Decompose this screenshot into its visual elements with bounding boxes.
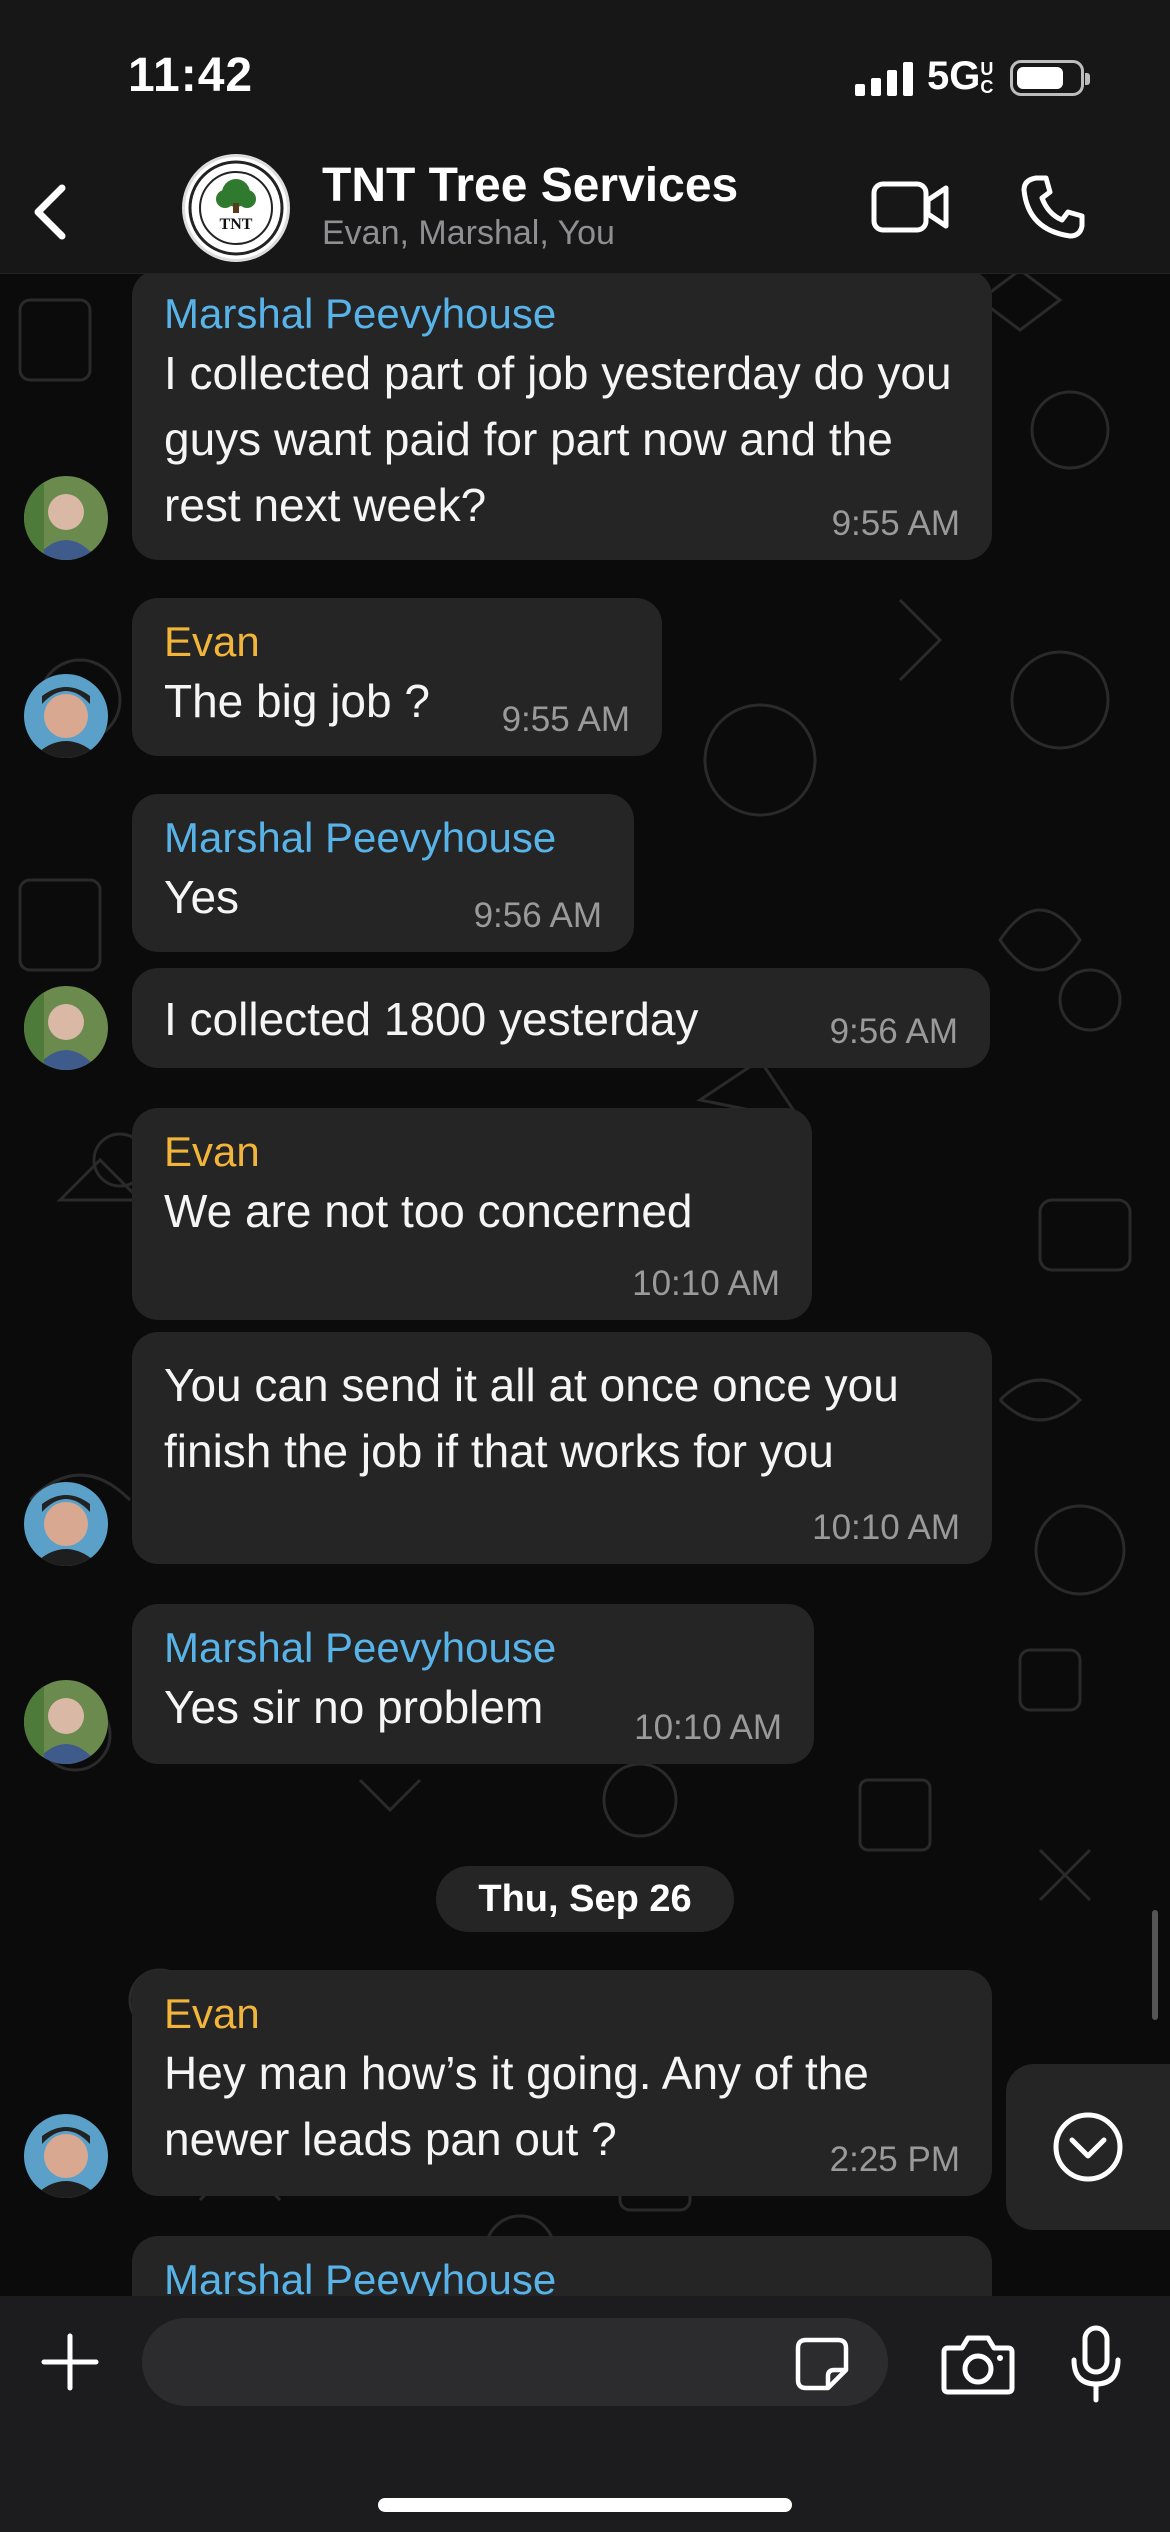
avatar-marshal[interactable]: [24, 986, 108, 1070]
message-text: You can send it all at once once you fin…: [164, 1359, 899, 1477]
message-time: 10:10 AM: [634, 1708, 782, 1747]
message-time: 9:55 AM: [501, 700, 630, 739]
chat-title[interactable]: TNT Tree Services: [322, 158, 738, 213]
message-input[interactable]: [142, 2318, 888, 2406]
attach-button[interactable]: [40, 2332, 100, 2392]
group-avatar[interactable]: TNT: [182, 154, 290, 262]
message-bubble[interactable]: I collected 1800 yesterday 9:56 AM: [132, 968, 990, 1068]
status-bar: 11:42 5GUC: [0, 0, 1170, 150]
message-time: 2:25 PM: [829, 2140, 960, 2179]
network-type: 5GUC: [927, 54, 998, 99]
avatar-marshal[interactable]: [24, 476, 108, 560]
camera-button[interactable]: [940, 2332, 1016, 2396]
back-button[interactable]: [22, 172, 82, 252]
message-bubble[interactable]: You can send it all at once once you fin…: [132, 1332, 992, 1564]
sender-name: Evan: [164, 618, 260, 665]
status-time: 11:42: [128, 49, 254, 102]
voice-call-button[interactable]: [1018, 172, 1088, 242]
home-indicator[interactable]: [378, 2498, 792, 2512]
message-time: 10:10 AM: [812, 1508, 960, 1547]
signal-strength-icon: [855, 62, 913, 96]
avatar-evan[interactable]: [24, 2114, 108, 2198]
message-text: We are not too concerned: [164, 1185, 693, 1237]
network-label: 5G: [927, 54, 981, 98]
message-bubble[interactable]: Marshal Peevyhouse Yes sir no problem 10…: [132, 1604, 814, 1764]
scroll-to-bottom-button[interactable]: [1006, 2064, 1170, 2230]
chevron-left-icon: [34, 184, 66, 240]
plus-icon: [41, 2333, 99, 2391]
message-bubble[interactable]: Evan Hey man how’s it going. Any of the …: [132, 1970, 992, 2196]
message-time: 9:56 AM: [829, 1012, 958, 1051]
message-bubble[interactable]: Marshal Peevyhouse I collected part of j…: [132, 270, 992, 560]
date-divider: Thu, Sep 26: [436, 1866, 734, 1932]
chevron-down-circle-icon: [1053, 2112, 1123, 2182]
message-bubble[interactable]: Evan The big job ? 9:55 AM: [132, 598, 662, 756]
message-bubble[interactable]: Evan We are not too concerned 10:10 AM: [132, 1108, 812, 1320]
message-time: 9:55 AM: [831, 504, 960, 543]
sticker-button[interactable]: [794, 2336, 850, 2392]
message-composer: [0, 2296, 1170, 2532]
chat-participants[interactable]: Evan, Marshal, You: [322, 214, 615, 253]
voice-message-button[interactable]: [1068, 2324, 1124, 2404]
network-sub-label: UC: [980, 59, 994, 98]
message-time: 9:56 AM: [473, 896, 602, 935]
avatar-marshal[interactable]: [24, 1680, 108, 1764]
camera-icon: [941, 2335, 1015, 2395]
message-time: 10:10 AM: [632, 1264, 780, 1303]
logo-text: TNT: [220, 216, 253, 233]
phone-icon: [1021, 175, 1085, 239]
avatar-evan[interactable]: [24, 1482, 108, 1566]
chat-header: TNT TNT Tree Services Evan, Marshal, You: [0, 150, 1170, 274]
sender-name: Marshal Peevyhouse: [164, 814, 557, 861]
sender-name: Marshal Peevyhouse: [164, 290, 557, 337]
microphone-icon: [1071, 2325, 1121, 2403]
sender-name: Evan: [164, 1128, 260, 1175]
battery-icon: [1010, 60, 1090, 96]
tnt-logo-icon: TNT: [188, 160, 284, 256]
video-camera-icon: [871, 181, 949, 233]
avatar-evan[interactable]: [24, 674, 108, 758]
video-call-button[interactable]: [870, 174, 952, 240]
sender-name: Marshal Peevyhouse: [164, 1624, 557, 1671]
sender-name: Evan: [164, 1990, 260, 2037]
sticker-icon: [795, 2337, 849, 2391]
message-list[interactable]: Marshal Peevyhouse I collected part of j…: [0, 0, 1170, 2356]
message-bubble[interactable]: Marshal Peevyhouse Yes 9:56 AM: [132, 794, 634, 952]
scroll-indicator[interactable]: [1152, 1910, 1158, 2020]
